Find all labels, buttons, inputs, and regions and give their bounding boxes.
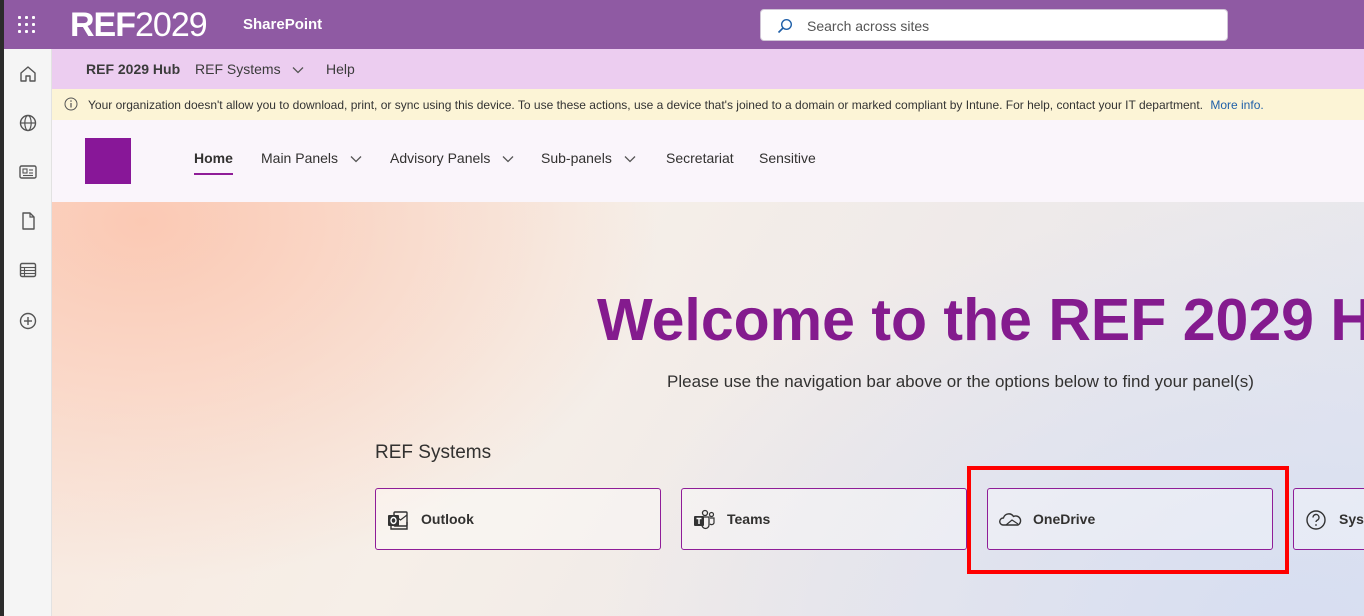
app-launcher-icon[interactable]: [14, 12, 40, 38]
site-header: Home Main Panels Advisory Panels Sub-pan…: [52, 120, 1364, 202]
site-nav-label: Sub-panels: [541, 150, 612, 166]
ref-2029-logo[interactable]: REF2029: [70, 6, 208, 44]
add-icon[interactable]: [17, 310, 39, 332]
hub-nav-item-help[interactable]: Help: [326, 61, 355, 77]
chevron-down-icon: [624, 156, 636, 163]
tile-label: Teams: [727, 511, 771, 527]
info-message: Your organization doesn't allow you to d…: [88, 98, 1264, 112]
teams-tile[interactable]: Teams: [681, 488, 967, 550]
welcome-subtitle: Please use the navigation bar above or t…: [667, 372, 1254, 391]
tile-label: OneDrive: [1033, 511, 1096, 527]
help-circle-icon: [1306, 510, 1326, 530]
site-nav-main-panels[interactable]: Main Panels: [261, 150, 362, 166]
hub-nav-item-label: REF Systems: [195, 61, 281, 77]
chevron-down-icon: [502, 156, 514, 163]
onedrive-icon: [999, 513, 1022, 526]
search-input[interactable]: [807, 16, 1207, 36]
home-icon[interactable]: [17, 63, 39, 85]
more-info-link[interactable]: More info.: [1210, 98, 1263, 112]
site-nav-home[interactable]: Home: [194, 150, 233, 175]
site-nav-secretariat[interactable]: Secretariat: [666, 150, 734, 166]
search-icon: [777, 18, 793, 34]
info-icon: [64, 97, 78, 111]
site-nav-sub-panels[interactable]: Sub-panels: [541, 150, 636, 166]
hub-nav: REF 2029 Hub REF Systems Help: [52, 49, 1364, 89]
brand-light: 2029: [135, 6, 208, 44]
compliance-info-bar: Your organization doesn't allow you to d…: [52, 89, 1364, 120]
hub-title[interactable]: REF 2029 Hub: [86, 61, 180, 77]
systems-tile[interactable]: Syst: [1293, 488, 1364, 550]
sharepoint-label[interactable]: SharePoint: [243, 16, 322, 33]
search-box[interactable]: [760, 9, 1228, 41]
ref-systems-heading: REF Systems: [375, 442, 492, 463]
hero-section: Welcome to the REF 2029 Hub Please use t…: [52, 202, 1364, 616]
info-message-text: Your organization doesn't allow you to d…: [88, 98, 1203, 112]
site-nav-sensitive[interactable]: Sensitive: [759, 150, 816, 166]
document-icon[interactable]: [17, 210, 39, 232]
tile-label: Outlook: [421, 511, 474, 527]
chevron-down-icon: [350, 156, 362, 163]
app-bar: [4, 49, 52, 616]
news-icon[interactable]: [17, 161, 39, 183]
site-logo[interactable]: [85, 138, 131, 184]
welcome-title: Welcome to the REF 2029 Hub: [597, 287, 1364, 353]
onedrive-tile[interactable]: OneDrive: [987, 488, 1273, 550]
globe-icon[interactable]: [17, 112, 39, 134]
outlook-icon: [388, 511, 408, 530]
hub-nav-item-ref-systems[interactable]: REF Systems: [195, 61, 304, 77]
brand-bold: REF: [70, 6, 136, 44]
outlook-tile[interactable]: Outlook: [375, 488, 661, 550]
list-icon[interactable]: [17, 259, 39, 281]
site-nav-label: Advisory Panels: [390, 150, 491, 166]
chevron-down-icon: [293, 67, 304, 74]
site-nav-label: Main Panels: [261, 150, 339, 166]
tile-label: Syst: [1339, 511, 1364, 527]
sharepoint-window: REF2029 SharePoint Search across sites R…: [4, 0, 1364, 616]
site-nav-advisory-panels[interactable]: Advisory Panels: [390, 150, 514, 166]
teams-icon: [694, 509, 715, 530]
suite-bar: REF2029 SharePoint: [4, 0, 1364, 49]
